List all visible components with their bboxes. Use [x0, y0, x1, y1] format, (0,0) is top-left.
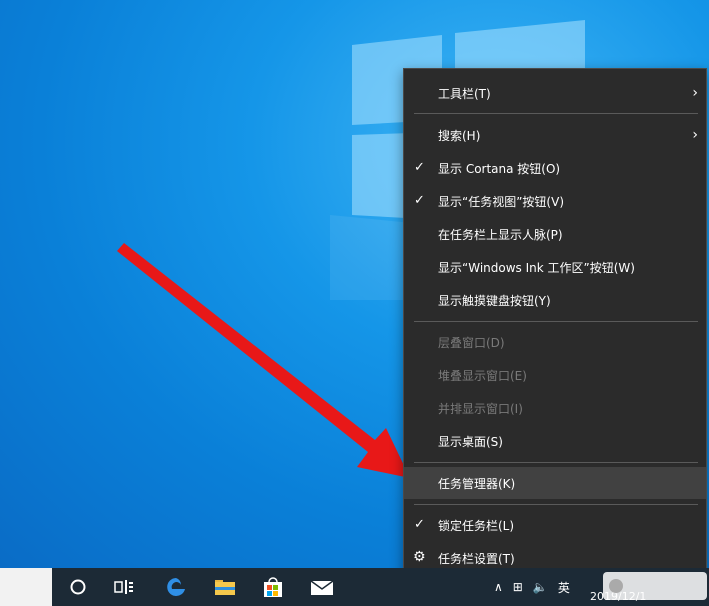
taskbar-context-menu: 工具栏(T) › 搜索(H) › ✓ 显示 Cortana 按钮(O) ✓ 显示…: [403, 68, 707, 581]
menu-item-label: 并排显示窗口(I): [438, 402, 523, 416]
chevron-right-icon: ›: [692, 85, 698, 101]
ime-indicator[interactable]: 英: [558, 579, 570, 596]
network-icon[interactable]: ⊞: [513, 580, 523, 594]
menu-item-label: 任务栏设置(T): [438, 552, 515, 566]
menu-item-label: 显示 Cortana 按钮(O): [438, 162, 561, 176]
menu-item-stack-windows: 堆叠显示窗口(E): [404, 359, 706, 391]
menu-item-label: 层叠窗口(D): [438, 336, 505, 350]
mail-icon[interactable]: [298, 568, 346, 606]
menu-item-task-manager[interactable]: 任务管理器(K): [404, 467, 706, 499]
watermark-logo: [603, 572, 707, 600]
menu-item-side-by-side-windows: 并排显示窗口(I): [404, 392, 706, 424]
menu-item-label: 任务管理器(K): [438, 477, 516, 491]
cortana-icon[interactable]: [54, 568, 102, 606]
menu-item-search[interactable]: 搜索(H) ›: [404, 119, 706, 151]
menu-item-label: 工具栏(T): [438, 87, 491, 101]
menu-item-label: 在任务栏上显示人脉(P): [438, 228, 563, 242]
chevron-up-icon[interactable]: ∧: [494, 580, 503, 594]
menu-item-label: 显示桌面(S): [438, 435, 503, 449]
checkmark-icon: ✓: [414, 517, 425, 532]
checkmark-icon: ✓: [414, 193, 425, 208]
menu-item-label: 搜索(H): [438, 129, 481, 143]
menu-item-label: 堆叠显示窗口(E): [438, 369, 527, 383]
chevron-right-icon: ›: [692, 127, 698, 143]
menu-item-show-ink-workspace[interactable]: 显示“Windows Ink 工作区”按钮(W): [404, 251, 706, 283]
menu-item-show-task-view[interactable]: ✓ 显示“任务视图”按钮(V): [404, 185, 706, 217]
menu-item-label: 显示触摸键盘按钮(Y): [438, 294, 551, 308]
menu-separator: [414, 321, 698, 322]
menu-item-label: 显示“任务视图”按钮(V): [438, 195, 565, 209]
menu-item-label: 锁定任务栏(L): [438, 519, 515, 533]
wechat-icon: [609, 579, 623, 593]
menu-separator: [414, 462, 698, 463]
menu-item-show-cortana[interactable]: ✓ 显示 Cortana 按钮(O): [404, 152, 706, 184]
volume-icon[interactable]: 🔈: [533, 580, 548, 594]
menu-item-toolbars[interactable]: 工具栏(T) ›: [404, 77, 706, 109]
menu-separator: [414, 504, 698, 505]
menu-item-show-people[interactable]: 在任务栏上显示人脉(P): [404, 218, 706, 250]
file-explorer-icon[interactable]: [201, 568, 249, 606]
edge-icon[interactable]: [152, 568, 200, 606]
system-tray: ∧ ⊞ 🔈 英: [494, 568, 570, 606]
menu-item-label: 显示“Windows Ink 工作区”按钮(W): [438, 261, 635, 275]
checkmark-icon: ✓: [414, 160, 425, 175]
menu-item-lock-taskbar[interactable]: ✓ 锁定任务栏(L): [404, 509, 706, 541]
gear-icon: ⚙: [413, 549, 426, 565]
menu-item-show-desktop[interactable]: 显示桌面(S): [404, 425, 706, 457]
menu-item-cascade-windows: 层叠窗口(D): [404, 326, 706, 358]
menu-separator: [414, 113, 698, 114]
search-box[interactable]: [0, 568, 52, 606]
task-view-icon[interactable]: [100, 568, 148, 606]
menu-item-show-touch-keyboard[interactable]: 显示触摸键盘按钮(Y): [404, 284, 706, 316]
store-icon[interactable]: [249, 568, 297, 606]
